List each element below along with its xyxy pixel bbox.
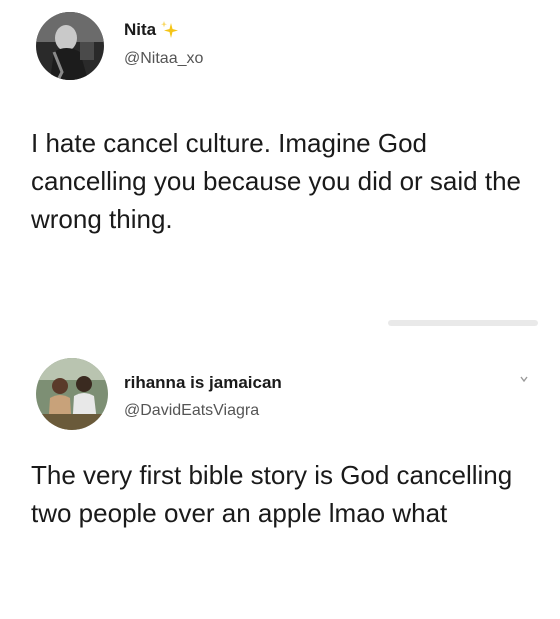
name-row: rihanna is jamaican [124, 373, 282, 393]
sparkle-icon [159, 20, 179, 40]
tweet-text: I hate cancel culture. Imagine God cance… [31, 128, 521, 234]
display-name[interactable]: Nita [124, 20, 156, 40]
name-row: Nita [124, 20, 179, 40]
avatar[interactable] [36, 12, 104, 80]
avatar-photo [36, 12, 104, 80]
chevron-down-icon[interactable] [519, 374, 529, 384]
display-name[interactable]: rihanna is jamaican [124, 373, 282, 393]
avatar-photo [36, 358, 108, 430]
handle[interactable]: @DavidEatsViagra [124, 402, 259, 420]
watermark [388, 318, 538, 328]
tweet-rihanna: rihanna is jamaican @DavidEatsViagra The… [0, 340, 560, 619]
avatar[interactable] [36, 358, 108, 430]
tweet-nita: Nita @Nitaa_xo I hate cancel culture. Im… [0, 0, 560, 326]
handle[interactable]: @Nitaa_xo [124, 50, 203, 68]
tweet-text: The very first bible story is God cancel… [31, 460, 513, 528]
